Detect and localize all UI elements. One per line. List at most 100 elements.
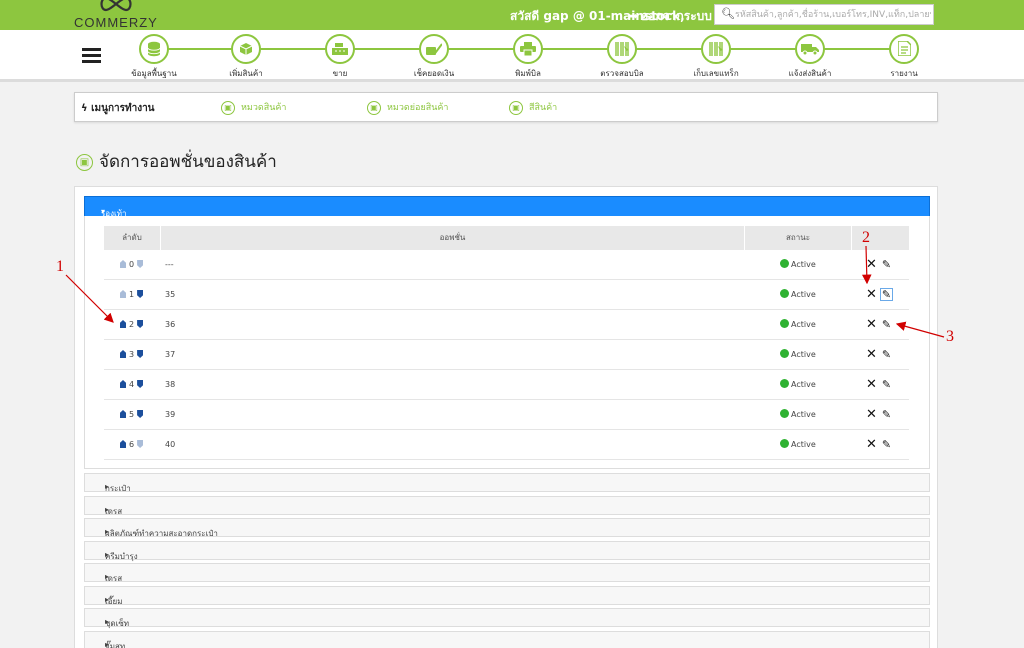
move-down-icon[interactable] <box>137 320 144 328</box>
nav-item-verify-bill[interactable]: ตรวจสอบบิล <box>577 34 667 80</box>
category-header-open[interactable]: ▾ รองเท้า <box>84 196 930 218</box>
nav-item-check-balance[interactable]: เช็คยอดเงิน <box>389 34 479 80</box>
nav-label: ตรวจสอบบิล <box>600 69 644 78</box>
hamburger-menu-icon[interactable] <box>82 48 101 64</box>
nav-item-report[interactable]: รายงาน <box>859 34 949 80</box>
delete-icon[interactable]: ✕ <box>866 287 880 302</box>
move-up-icon[interactable] <box>120 290 126 298</box>
edit-pencil-icon[interactable]: ✎ <box>880 288 893 301</box>
category-header-collapsed[interactable]: ▸ กระเป๋า <box>84 473 930 493</box>
active-dot-icon <box>780 289 789 298</box>
category-header-collapsed[interactable]: ▸ ชุดเซ็ท <box>84 608 930 628</box>
delete-icon[interactable]: ✕ <box>866 407 880 422</box>
status-text: Active <box>791 260 816 269</box>
category-header-collapsed[interactable]: ▸ ผลิตภัณฑ์ทำความสะอาดกระเป๋า <box>84 518 930 538</box>
infinity-logo-icon <box>100 0 132 12</box>
work-menu-title: ϟ เมนูการทำงาน <box>81 101 155 116</box>
table-row: 2 36 Active ✕ ✎ <box>104 310 909 340</box>
order-number: 4 <box>129 380 135 389</box>
nav-label: เก็บเลขแทร็ก <box>693 69 739 78</box>
move-up-icon[interactable] <box>120 260 126 268</box>
order-cell: 6 <box>120 440 144 449</box>
move-up-icon[interactable] <box>120 440 126 448</box>
menu-link-product-color[interactable]: ▣ สีสินค้า <box>509 100 557 115</box>
box-icon: ▣ <box>367 100 381 115</box>
row-actions: ✕ ✎ <box>866 257 893 272</box>
move-down-icon[interactable] <box>137 410 144 418</box>
move-up-icon[interactable] <box>120 350 126 358</box>
option-value: 40 <box>165 440 176 449</box>
edit-pencil-icon[interactable]: ✎ <box>880 439 893 452</box>
page-title-text: จัดการออพชั่นของสินค้า <box>99 152 277 172</box>
row-actions: ✕ ✎ <box>866 407 893 422</box>
active-dot-icon <box>780 319 789 328</box>
status-badge: Active <box>780 289 816 299</box>
edit-pencil-icon[interactable]: ✎ <box>880 379 893 392</box>
nav-label: รายงาน <box>890 69 918 78</box>
move-down-icon[interactable] <box>137 380 144 388</box>
logo-text: COMMERZY <box>74 15 158 30</box>
nav-item-sell[interactable]: ขาย <box>295 34 385 80</box>
category-label: จั๊มสูท <box>105 641 126 648</box>
delete-icon[interactable]: ✕ <box>866 347 880 362</box>
page-title: ▣ จัดการออพชั่นของสินค้า <box>76 148 277 175</box>
order-cell: 4 <box>120 380 144 389</box>
category-label: ครีมบำรุง <box>105 551 138 561</box>
move-up-icon[interactable] <box>120 320 126 328</box>
printer-icon <box>513 34 543 64</box>
edit-pencil-icon[interactable]: ✎ <box>880 349 893 362</box>
edit-pencil-icon[interactable]: ✎ <box>880 259 893 272</box>
active-dot-icon <box>780 439 789 448</box>
barcode-scan-icon <box>607 34 637 64</box>
delete-icon[interactable]: ✕ <box>866 437 880 452</box>
move-up-icon[interactable] <box>120 380 126 388</box>
box-icon: ▣ <box>509 100 523 115</box>
annotation-label-1: 1 <box>56 258 64 275</box>
option-value: --- <box>165 260 174 269</box>
category-header-collapsed[interactable]: ▸ เดรส <box>84 495 930 516</box>
cash-register-icon <box>325 34 355 64</box>
move-up-icon[interactable] <box>120 410 126 418</box>
category-header-collapsed[interactable]: ▸ เอี๊ยม <box>84 585 930 606</box>
nav-item-add-product[interactable]: เพิ่มสินค้า <box>201 34 291 80</box>
delete-icon[interactable]: ✕ <box>866 377 880 392</box>
table-header: ลำดับ ออพชั่น สถานะ <box>104 226 909 250</box>
order-number: 6 <box>129 440 135 449</box>
nav-item-tracking[interactable]: เก็บเลขแทร็ก <box>671 34 761 80</box>
nav-item-notify-shipping[interactable]: แจ้งส่งสินค้า <box>765 34 855 80</box>
move-down-icon[interactable] <box>137 440 144 448</box>
move-down-icon[interactable] <box>137 290 144 298</box>
edit-pencil-icon[interactable]: ✎ <box>880 319 893 332</box>
menu-link-product-subcategory[interactable]: ▣ หมวดย่อยสินค้า <box>367 100 448 115</box>
delete-icon[interactable]: ✕ <box>866 317 880 332</box>
search-input[interactable] <box>735 7 931 22</box>
category-header-collapsed[interactable]: ▸ จั๊มสูท <box>84 630 930 648</box>
status-badge: Active <box>780 409 816 419</box>
box-icon: ▣ <box>76 153 93 171</box>
move-down-icon[interactable] <box>137 260 144 268</box>
column-header-order: ลำดับ <box>122 233 142 242</box>
truck-icon <box>795 34 825 64</box>
order-cell: 3 <box>120 350 144 359</box>
menu-link-label: หมวดย่อยสินค้า <box>387 103 449 113</box>
order-number: 3 <box>129 350 135 359</box>
category-label: กระเป๋า <box>105 484 131 493</box>
option-value: 35 <box>165 290 176 299</box>
nav-label: ขาย <box>332 69 348 78</box>
move-down-icon[interactable] <box>137 350 144 358</box>
edit-pencil-icon[interactable]: ✎ <box>880 409 893 422</box>
table-row: 6 40 Active ✕ ✎ <box>104 430 909 460</box>
order-number: 2 <box>129 320 135 329</box>
category-header-collapsed[interactable]: ▸ เดรส <box>84 563 930 583</box>
active-dot-icon <box>780 349 789 358</box>
box-icon: ▣ <box>221 100 235 115</box>
nav-item-print-bill[interactable]: พิมพ์บิล <box>483 34 573 80</box>
category-header-collapsed[interactable]: ▸ ครีมบำรุง <box>84 540 930 561</box>
menu-link-product-category[interactable]: ▣ หมวดสินค้า <box>221 100 286 115</box>
logout-link[interactable]: ➦ ออกจากระบบ <box>628 7 712 26</box>
nav-item-basic-data[interactable]: ข้อมูลพื้นฐาน <box>109 34 199 80</box>
delete-icon[interactable]: ✕ <box>866 257 880 272</box>
report-icon <box>889 34 919 64</box>
active-dot-icon <box>780 259 789 268</box>
commerzy-logo[interactable]: COMMERZY <box>70 0 160 30</box>
